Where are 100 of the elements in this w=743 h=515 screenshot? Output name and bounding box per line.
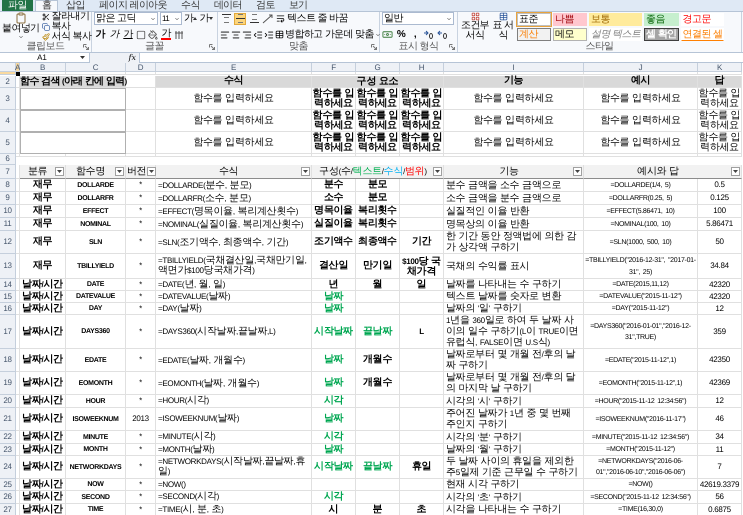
phonetic-icon[interactable] xyxy=(174,30,184,40)
dialog-launcher-icon[interactable] xyxy=(209,44,215,50)
format-table-button[interactable]: 표 서식 xyxy=(492,12,514,41)
row-header[interactable]: 26 xyxy=(0,491,16,504)
format-painter-button[interactable]: 서식 복사 xyxy=(42,32,92,42)
cell-style[interactable]: 설명 텍스트 xyxy=(589,28,642,40)
ribbon-tab[interactable]: 검토 xyxy=(250,0,281,11)
column-header[interactable]: F xyxy=(312,63,356,72)
row-header[interactable]: 14 xyxy=(0,279,16,291)
align-center-icon[interactable] xyxy=(231,30,241,40)
number-format-select[interactable]: 일반 xyxy=(382,12,454,25)
conditional-format-button[interactable]: 조건부 서식 xyxy=(460,12,490,41)
filter-button[interactable] xyxy=(731,167,740,176)
ribbon-tab[interactable]: 삽입 xyxy=(60,0,92,11)
ribbon-tab[interactable]: 수식 xyxy=(175,0,206,11)
ribbon-tab[interactable]: 홈 xyxy=(34,0,58,11)
filter-button[interactable] xyxy=(55,167,64,176)
column-header[interactable]: J xyxy=(584,63,698,72)
vertical-align-button[interactable] xyxy=(248,12,260,24)
row-header[interactable]: 2 xyxy=(0,76,16,88)
row-header[interactable]: 13 xyxy=(0,254,16,279)
filter-button[interactable] xyxy=(433,167,442,176)
column-header[interactable]: E xyxy=(156,63,312,72)
ribbon-tab[interactable]: 페이지 레이아웃 xyxy=(93,0,174,11)
row-header[interactable]: 15 xyxy=(0,291,16,303)
banknote-icon[interactable] xyxy=(382,29,393,40)
row-header[interactable]: 24 xyxy=(0,456,16,479)
row-header[interactable]: 12 xyxy=(0,231,16,254)
vertical-align-button[interactable] xyxy=(234,12,246,24)
file-tab[interactable]: 파일 xyxy=(2,0,33,11)
column-header[interactable]: B xyxy=(20,63,66,72)
merge-center-button[interactable]: 병합하고 가운데 맞춤 xyxy=(275,28,381,41)
align-right-icon[interactable] xyxy=(242,30,252,40)
cell-style[interactable]: 보통 xyxy=(589,12,642,26)
cell-style[interactable]: 메모 xyxy=(553,28,587,40)
cell-style[interactable]: 나쁨 xyxy=(553,12,587,26)
row-header[interactable]: 6 xyxy=(0,154,16,165)
insert-function-button[interactable]: fx xyxy=(128,52,136,62)
decrease-decimal-icon[interactable] xyxy=(437,30,449,40)
row-header[interactable]: 20 xyxy=(0,395,16,408)
cell-style[interactable]: 좋음 xyxy=(644,12,679,26)
percent-button[interactable]: % xyxy=(395,28,407,41)
column-header[interactable]: I xyxy=(444,63,584,72)
paint-bucket-icon[interactable] xyxy=(148,30,158,40)
search-field[interactable] xyxy=(20,88,126,110)
dialog-launcher-icon[interactable] xyxy=(449,44,455,50)
diagonal-arrow-icon[interactable] xyxy=(262,14,274,24)
row-header[interactable]: 17 xyxy=(0,315,16,349)
cell-style[interactable]: 경고문 xyxy=(680,12,724,26)
row-header[interactable]: 8 xyxy=(0,179,16,192)
row-header[interactable]: 7 xyxy=(0,165,16,179)
row-header[interactable]: 10 xyxy=(0,205,16,218)
filter-button[interactable] xyxy=(115,167,124,176)
font-color-button[interactable]: 가 xyxy=(160,28,172,41)
row-header[interactable]: 16 xyxy=(0,303,16,315)
comma-button[interactable]: , xyxy=(409,28,421,41)
cell-style[interactable]: 표준 xyxy=(517,12,551,26)
indent-increase-icon[interactable] xyxy=(264,30,274,40)
italic-button[interactable]: 가 xyxy=(108,28,120,41)
underline-button[interactable]: 가 xyxy=(122,28,134,41)
wrap-text-button[interactable]: 텍스트 줄 바꿈 xyxy=(276,12,348,25)
ribbon-tab[interactable]: 데이터 xyxy=(208,0,248,11)
vertical-align-button[interactable] xyxy=(220,12,232,24)
font-size-select[interactable]: 11 xyxy=(160,12,182,25)
font-select[interactable]: 맑은 고딕 xyxy=(94,12,158,25)
indent-decrease-icon[interactable] xyxy=(253,30,263,40)
row-header[interactable]: 25 xyxy=(0,479,16,491)
row-header[interactable]: 5 xyxy=(0,132,16,154)
copy-button[interactable]: 복사 xyxy=(42,22,92,32)
shrink-font-button[interactable]: 가 xyxy=(199,12,213,25)
column-header[interactable]: D xyxy=(126,63,156,72)
align-left-icon[interactable] xyxy=(220,30,230,40)
column-header[interactable]: H xyxy=(400,63,444,72)
row-header[interactable]: 27 xyxy=(0,504,16,515)
increase-decimal-icon[interactable] xyxy=(423,30,435,40)
row-header[interactable]: 22 xyxy=(0,431,16,444)
dialog-launcher-icon[interactable] xyxy=(371,44,377,50)
bold-button[interactable]: 가 xyxy=(94,28,106,41)
row-header[interactable]: 18 xyxy=(0,349,16,372)
grow-font-button[interactable]: 가 xyxy=(184,12,198,25)
row-header[interactable]: 21 xyxy=(0,408,16,431)
cut-button[interactable]: 잘라내기 xyxy=(42,12,92,22)
search-field[interactable] xyxy=(20,110,126,132)
paste-button[interactable]: 붙여넣기 xyxy=(2,12,40,41)
row-header[interactable]: 11 xyxy=(0,218,16,231)
filter-button[interactable] xyxy=(147,167,156,176)
column-header[interactable]: K xyxy=(698,63,742,72)
row-header[interactable]: 19 xyxy=(0,372,16,395)
row-header[interactable]: 4 xyxy=(0,110,16,132)
row-header[interactable]: 3 xyxy=(0,88,16,110)
row-header[interactable]: 23 xyxy=(0,444,16,456)
search-field[interactable] xyxy=(20,132,126,154)
filter-button[interactable] xyxy=(301,167,310,176)
dialog-launcher-icon[interactable] xyxy=(83,44,89,50)
ribbon-tab[interactable]: 보기 xyxy=(282,0,314,11)
border-icon[interactable] xyxy=(136,30,146,40)
row-header[interactable]: 9 xyxy=(0,192,16,205)
filter-button[interactable] xyxy=(573,167,582,176)
column-header[interactable]: G xyxy=(356,63,400,72)
column-header[interactable]: C xyxy=(66,63,126,72)
